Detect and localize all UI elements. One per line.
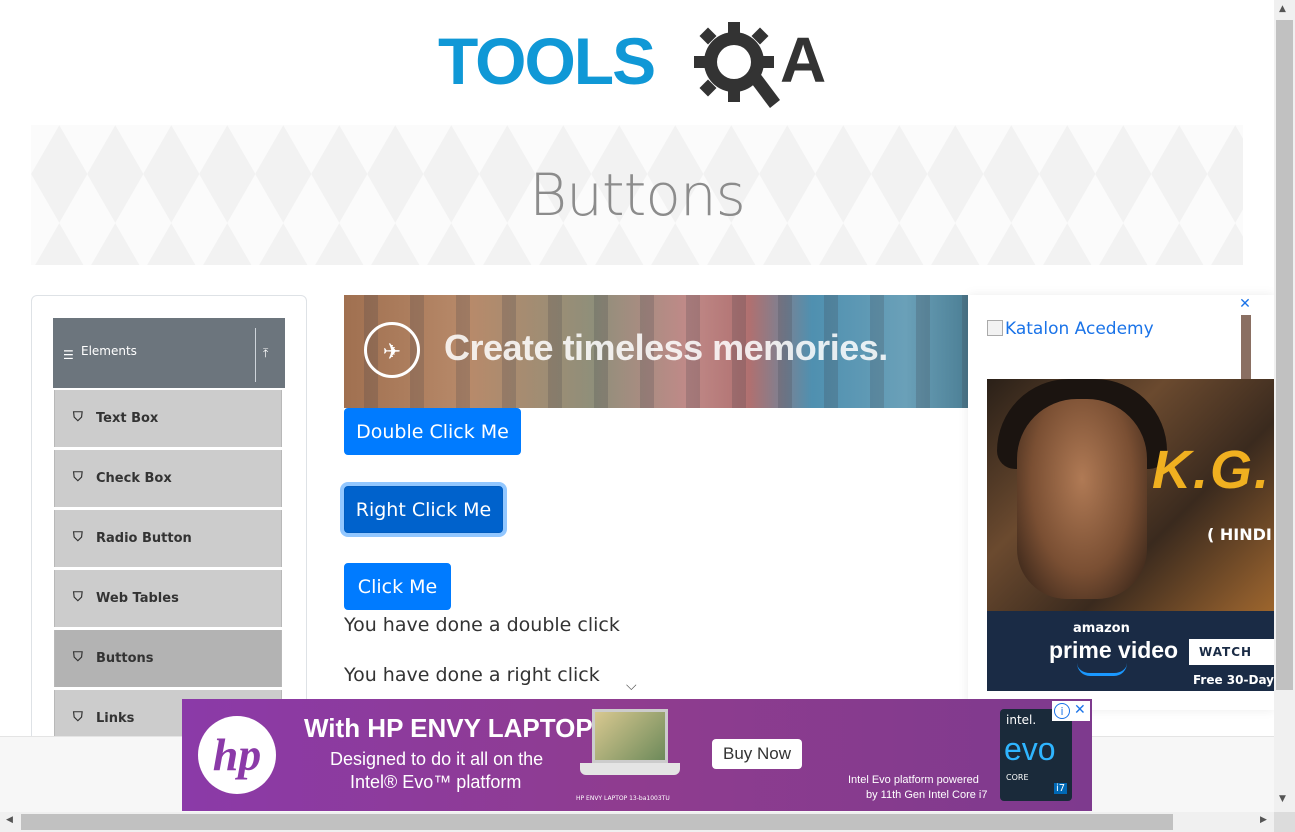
scroll-right-arrow-icon[interactable]: ▶ bbox=[1260, 815, 1267, 825]
scroll-down-arrow-icon[interactable]: ▼ bbox=[1279, 794, 1286, 804]
right-click-message: You have done a right click bbox=[344, 664, 600, 686]
sidebar-item-label: Buttons bbox=[96, 651, 154, 666]
html5-icon: ⛉ bbox=[73, 530, 83, 545]
sidebar-group-elements[interactable]: ☰ Elements ⤒ bbox=[53, 318, 285, 388]
html5-icon: ⛉ bbox=[73, 470, 83, 485]
html5-icon: ⛉ bbox=[73, 590, 83, 605]
movie-ad[interactable]: K.G. ( HINDI amazon prime video WATCH NO… bbox=[987, 379, 1274, 691]
crane-logo-icon: ✈ bbox=[364, 322, 420, 378]
ad-controls[interactable]: i ✕ bbox=[1052, 701, 1090, 721]
broken-image-icon bbox=[987, 320, 1003, 336]
ad-headline: With HP ENVY LAPTOP bbox=[304, 713, 593, 743]
amazon-text: amazon bbox=[1073, 621, 1130, 636]
sidebar-group-label: Elements bbox=[81, 344, 137, 358]
prime-video-bar: amazon prime video WATCH NO Free 30-Day bbox=[987, 611, 1274, 691]
ad-edge-strip bbox=[1241, 315, 1251, 379]
ad-footnote: Intel Evo platform powered bbox=[848, 774, 979, 786]
sidebar-item-web-tables[interactable]: ⛉ Web Tables bbox=[54, 570, 282, 627]
ad-subtext: Intel® Evo™ platform bbox=[350, 772, 522, 792]
html5-icon: ⛉ bbox=[73, 650, 83, 665]
scroll-left-arrow-icon[interactable]: ◀ bbox=[6, 815, 13, 825]
ad-figure-face bbox=[1017, 399, 1147, 599]
sidebar-item-label: Links bbox=[96, 711, 135, 726]
chevron-down-icon[interactable]: ⌵ bbox=[626, 678, 637, 694]
sidebar-item-text-box[interactable]: ⛉ Text Box bbox=[54, 390, 282, 447]
ad-banner-hp[interactable]: hp With HP ENVY LAPTOP Designed to do it… bbox=[182, 699, 1092, 811]
ad-footnote: by 11th Gen Intel Core i7 bbox=[866, 789, 988, 801]
toolsqa-logo[interactable]: TOOLS A bbox=[438, 18, 840, 114]
sidebar-item-buttons[interactable]: ⛉ Buttons bbox=[54, 630, 282, 687]
sidebar-item-label: Check Box bbox=[96, 471, 172, 486]
amazon-smile-icon bbox=[1077, 663, 1127, 676]
evo-word: evo bbox=[1004, 731, 1056, 767]
double-click-message: You have done a double click bbox=[344, 614, 620, 636]
free-trial-text: Free 30-Day bbox=[1193, 673, 1274, 687]
scrollbar-thumb[interactable] bbox=[1276, 20, 1293, 690]
laptop-screen bbox=[592, 709, 668, 763]
divider bbox=[255, 328, 256, 382]
sidebar-item-label: Radio Button bbox=[96, 531, 192, 546]
sidebar-item-label: Text Box bbox=[96, 411, 159, 426]
sidebar-item-check-box[interactable]: ⛉ Check Box bbox=[54, 450, 282, 507]
double-click-button[interactable]: Double Click Me bbox=[344, 408, 521, 455]
vertical-scrollbar[interactable]: ▲ ▼ bbox=[1274, 0, 1295, 812]
intel-brand: intel. bbox=[1006, 713, 1037, 727]
hamburger-icon: ☰ bbox=[63, 348, 74, 362]
laptop-caption: HP ENVY LAPTOP 13-ba1003TU bbox=[576, 795, 670, 802]
scrollbar-thumb[interactable] bbox=[21, 814, 1173, 830]
logo-text-a: A bbox=[780, 24, 827, 96]
horizontal-scrollbar[interactable]: ◀ ▶ bbox=[0, 812, 1295, 832]
hp-logo: hp bbox=[198, 716, 276, 794]
close-icon[interactable]: ✕ bbox=[1236, 295, 1254, 313]
right-click-button[interactable]: Right Click Me bbox=[344, 486, 503, 533]
html5-icon: ⛉ bbox=[73, 710, 83, 725]
sidebar-item-label: Web Tables bbox=[96, 591, 179, 606]
ad-subtext: Designed to do it all on the bbox=[330, 749, 544, 769]
ad-banner-lufthansa[interactable]: ✈ Create timeless memories. bbox=[344, 295, 968, 408]
ad-headline: Create timeless memories. bbox=[444, 327, 888, 368]
core-text: CORE bbox=[1006, 773, 1029, 782]
sidebar-item-radio-button[interactable]: ⛉ Radio Button bbox=[54, 510, 282, 567]
gear-q-icon bbox=[694, 22, 780, 108]
logo-text-tools: TOOLS bbox=[438, 24, 656, 98]
laptop-base bbox=[580, 763, 680, 775]
page-title: Buttons bbox=[529, 161, 746, 229]
sidebar: ☰ Elements ⤒ ⛉ Text Box ⛉ Check Box ⛉ Ra… bbox=[31, 295, 307, 757]
page-banner: Buttons bbox=[31, 125, 1243, 265]
ad-sidebar-right[interactable]: ✕ Katalon Acedemy K.G. ( HINDI amazon pr… bbox=[968, 295, 1274, 710]
laptop-image: HP ENVY LAPTOP 13-ba1003TU bbox=[576, 709, 680, 802]
collapse-icon[interactable]: ⤒ bbox=[263, 346, 268, 361]
movie-language: ( HINDI bbox=[1207, 525, 1272, 544]
intel-evo-badge: intel. evo CORE i7 bbox=[1000, 709, 1072, 801]
ad-close-icon[interactable]: ✕ bbox=[1074, 702, 1086, 718]
watch-now-button[interactable]: WATCH NO bbox=[1189, 639, 1274, 685]
ad-info-icon[interactable]: i bbox=[1054, 703, 1070, 719]
i7-badge: i7 bbox=[1054, 783, 1068, 794]
prime-video-logo: prime video bbox=[1049, 637, 1179, 663]
movie-title: K.G. bbox=[1152, 440, 1272, 500]
html5-icon: ⛉ bbox=[73, 410, 83, 425]
broken-image-alt-text: Katalon Acedemy bbox=[1005, 319, 1154, 339]
click-me-button[interactable]: Click Me bbox=[344, 563, 451, 610]
buy-now-button[interactable]: Buy Now bbox=[712, 739, 802, 769]
broken-image-link[interactable]: Katalon Acedemy bbox=[987, 319, 1154, 339]
scroll-up-arrow-icon[interactable]: ▲ bbox=[1279, 4, 1286, 14]
scrollbar-corner bbox=[1274, 812, 1295, 832]
